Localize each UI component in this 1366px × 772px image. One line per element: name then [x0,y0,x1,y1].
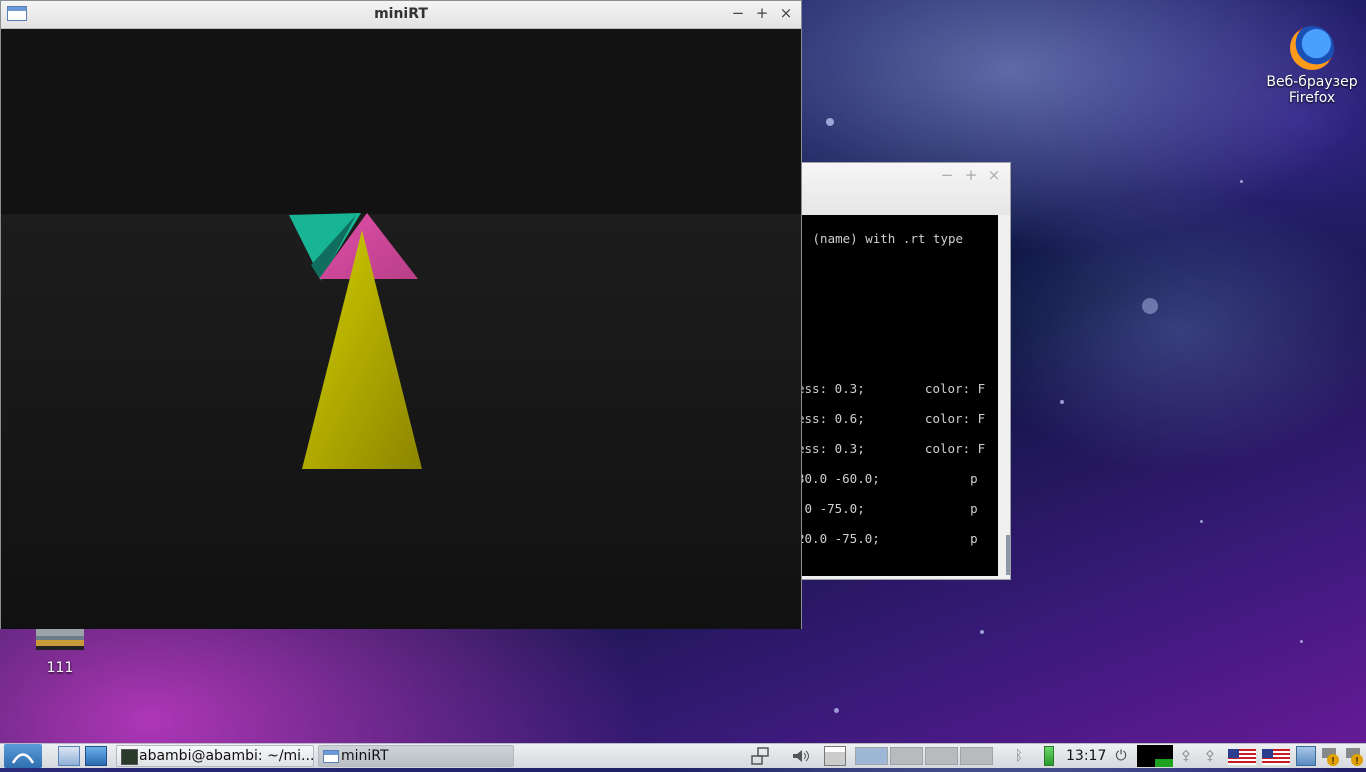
terminal-icon [121,749,138,765]
terminal-close-button[interactable]: × [985,166,1003,184]
minirt-titlebar[interactable]: miniRT − + × [1,1,801,29]
terminal-window[interactable]: − + × (name) with .rt type ess: 0.3; col… [790,162,1011,580]
task-terminal[interactable]: abambi@abambi: ~/mi... [116,745,314,767]
desktop-icon-firefox[interactable]: Веб-браузер Firefox [1262,26,1362,106]
terminal-line: ess: 0.6; color: F [801,411,986,426]
desktop-pager-2[interactable] [890,747,923,765]
volume-icon[interactable] [790,746,812,766]
menu-icon [11,753,35,764]
terminal-minimize-button[interactable]: − [938,166,956,184]
window-title: miniRT [374,6,428,22]
desktop-pager-4[interactable] [960,747,993,765]
window-icon [323,750,339,763]
star [1240,180,1243,183]
update-warning-icon[interactable]: ! [1344,746,1364,767]
star [980,630,984,634]
desktop-pager-3[interactable] [925,747,958,765]
terminal-scrollbar[interactable] [1006,535,1010,575]
star [1142,298,1158,314]
desktop-pager-1[interactable] [855,747,888,765]
network-icon[interactable] [1296,746,1316,766]
desktop-icon-label: Веб-браузер [1266,74,1358,90]
show-desktop-icon[interactable] [824,746,846,766]
terminal-titlebar[interactable]: − + × [791,163,1010,215]
terminal-maximize-button[interactable]: + [962,166,980,184]
task-label: miniRT [341,748,389,764]
display-icon[interactable] [750,746,770,766]
battery-icon[interactable] [1044,746,1054,766]
svg-text:!: ! [1355,756,1359,766]
cpu-monitor-icon [1137,745,1173,767]
star [1060,400,1064,404]
power-icon[interactable]: ⏻ [1112,746,1130,766]
file-manager-icon[interactable] [58,746,80,766]
terminal-line: (name) with .rt type [805,231,964,246]
terminal-line: ess: 0.3; color: F [801,381,986,396]
svg-text:!: ! [1331,756,1335,766]
render-canvas [1,29,801,629]
terminal-content[interactable]: (name) with .rt type ess: 0.3; color: F … [801,215,998,576]
maximize-button[interactable]: + [753,4,771,22]
clock[interactable]: 13:17 [1066,746,1108,766]
terminal-line: 30.0 -60.0; p [801,471,978,486]
image-file-icon [36,628,84,650]
taskbar: abambi@abambi: ~/mi... miniRT ᛒ 13:17 ⏻ … [0,743,1366,768]
star [826,118,834,126]
desktop-icon-label: Firefox [1288,90,1336,106]
terminal-line: ess: 0.3; color: F [801,441,986,456]
keyboard-layout-flag-icon[interactable] [1228,749,1256,765]
start-menu-button[interactable] [4,744,42,768]
star [1300,640,1303,643]
sky-background [1,29,801,214]
minirt-window[interactable]: miniRT − + × [0,0,802,629]
bluetooth-icon[interactable]: ᛒ [1012,746,1026,766]
minimize-button[interactable]: − [729,4,747,22]
update-warning-icon[interactable]: ! [1320,746,1340,767]
network-browser-icon[interactable] [85,746,107,766]
keyboard-layout-flag-icon[interactable] [1262,749,1290,765]
firefox-icon [1290,26,1334,70]
task-minirt[interactable]: miniRT [318,745,514,767]
star [834,708,839,713]
desktop-icon-label: 111 [46,660,74,676]
terminal-line: 0 -75.0; p [801,501,978,516]
star [1200,520,1203,523]
task-label: abambi@abambi: ~/mi... [139,748,314,764]
lock-icon[interactable]: ⚴ [1202,746,1218,766]
desktop-icon-111[interactable]: 111 [30,628,90,676]
terminal-line: 20.0 -75.0; p [801,531,978,546]
lock-icon[interactable]: ⚴ [1178,746,1194,766]
close-button[interactable]: × [777,4,795,22]
